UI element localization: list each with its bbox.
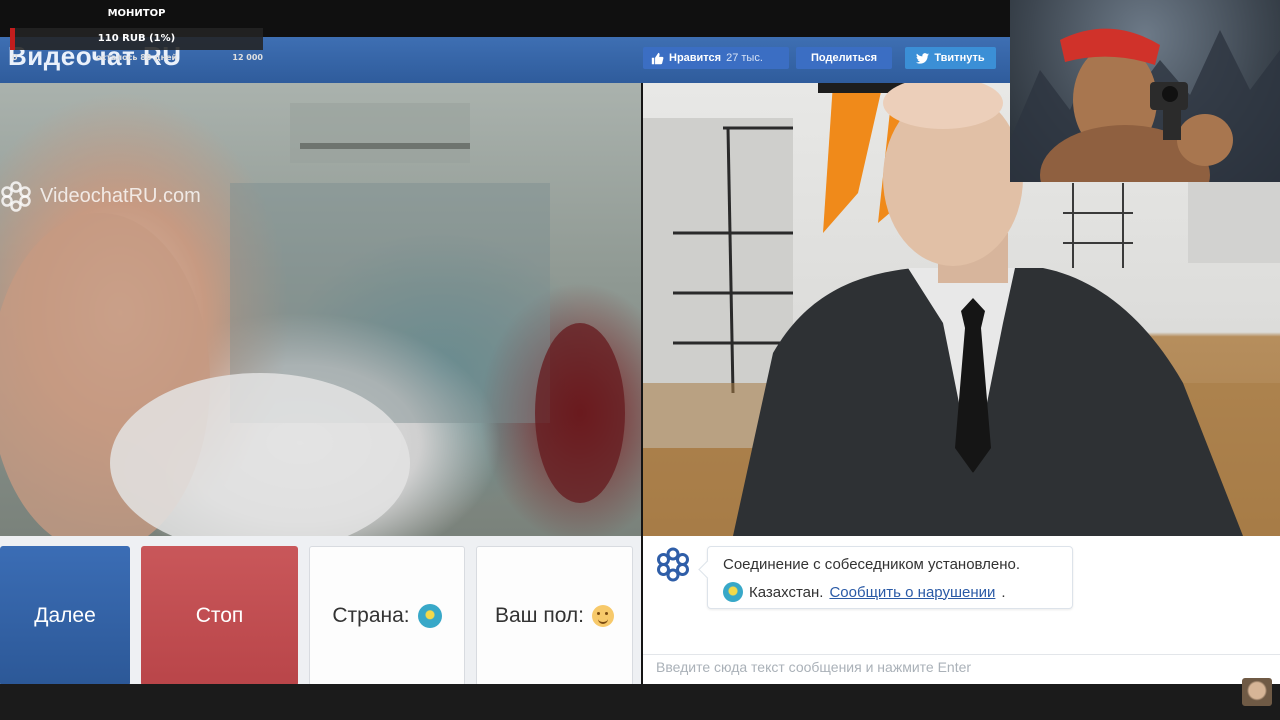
country-select[interactable]: Страна: <box>309 546 465 686</box>
control-panel: Далее Стоп Страна: Ваш пол: <box>0 536 641 686</box>
chat-panel: Соединение с собеседником установлено. К… <box>643 536 1280 684</box>
watermark-text: VideochatRU.com <box>40 184 201 207</box>
donation-monitor: МОНИТОР 110 RUB (1%) 0 осталось 88 дней … <box>10 4 263 64</box>
kazakhstan-flag-icon <box>723 582 743 602</box>
monitor-title: МОНИТОР <box>107 8 166 19</box>
stop-label: Стоп <box>195 604 244 627</box>
kazakhstan-flag-icon <box>417 604 442 628</box>
facebook-like-button[interactable]: Нравится 27 тыс. <box>643 47 789 69</box>
report-suffix: . <box>1001 583 1006 601</box>
twitter-bird-icon <box>916 52 930 64</box>
videochat-logo-icon <box>657 547 689 582</box>
tweet-label: Твитнуть <box>934 52 985 64</box>
videochat-logo-icon <box>1 181 31 212</box>
report-violation-link[interactable]: Сообщить о нарушении <box>829 584 995 601</box>
connection-message: Соединение с собеседником установлено. <box>723 556 1021 573</box>
next-button[interactable]: Далее <box>0 546 130 686</box>
partner-video-scene <box>0 103 625 536</box>
donation-goal: 12 000 <box>232 53 263 62</box>
share-label: Поделиться <box>810 52 878 64</box>
partner-country-line: Казахстан. Сообщить о нарушении . <box>723 582 1006 602</box>
smiley-icon <box>592 605 615 627</box>
small-avatar-thumbnail <box>1242 678 1272 706</box>
stop-button[interactable]: Стоп <box>141 546 298 686</box>
chat-message-input[interactable]: Введите сюда текст сообщения и нажмите E… <box>643 654 1280 684</box>
bottom-black-strip <box>0 684 1280 720</box>
next-label: Далее <box>34 604 96 627</box>
donation-days-remaining: осталось 88 дней <box>96 53 178 62</box>
donation-amount: 110 RUB (1%) <box>97 33 176 44</box>
video-watermark: VideochatRU.com <box>0 180 201 212</box>
like-count: 27 тыс. <box>726 52 763 64</box>
gender-label: Ваш пол: <box>494 604 585 627</box>
thumbs-up-icon <box>651 52 664 64</box>
partner-video: VideochatRU.com <box>0 83 641 536</box>
like-label: Нравится <box>669 52 722 64</box>
gender-select[interactable]: Ваш пол: <box>476 546 633 686</box>
screen: МОНИТОР 110 RUB (1%) 0 осталось 88 дней … <box>0 0 1280 720</box>
partner-country: Казахстан. <box>749 583 824 601</box>
streamer-webcam-scene <box>1010 28 1280 182</box>
streamer-webcam <box>1010 0 1280 182</box>
share-button[interactable]: Поделиться <box>796 47 892 69</box>
donation-start-value: 0 <box>12 53 18 62</box>
tweet-button[interactable]: Твитнуть <box>905 47 996 69</box>
country-label: Страна: <box>332 604 410 627</box>
system-message: Соединение с собеседником установлено. К… <box>707 546 1073 609</box>
